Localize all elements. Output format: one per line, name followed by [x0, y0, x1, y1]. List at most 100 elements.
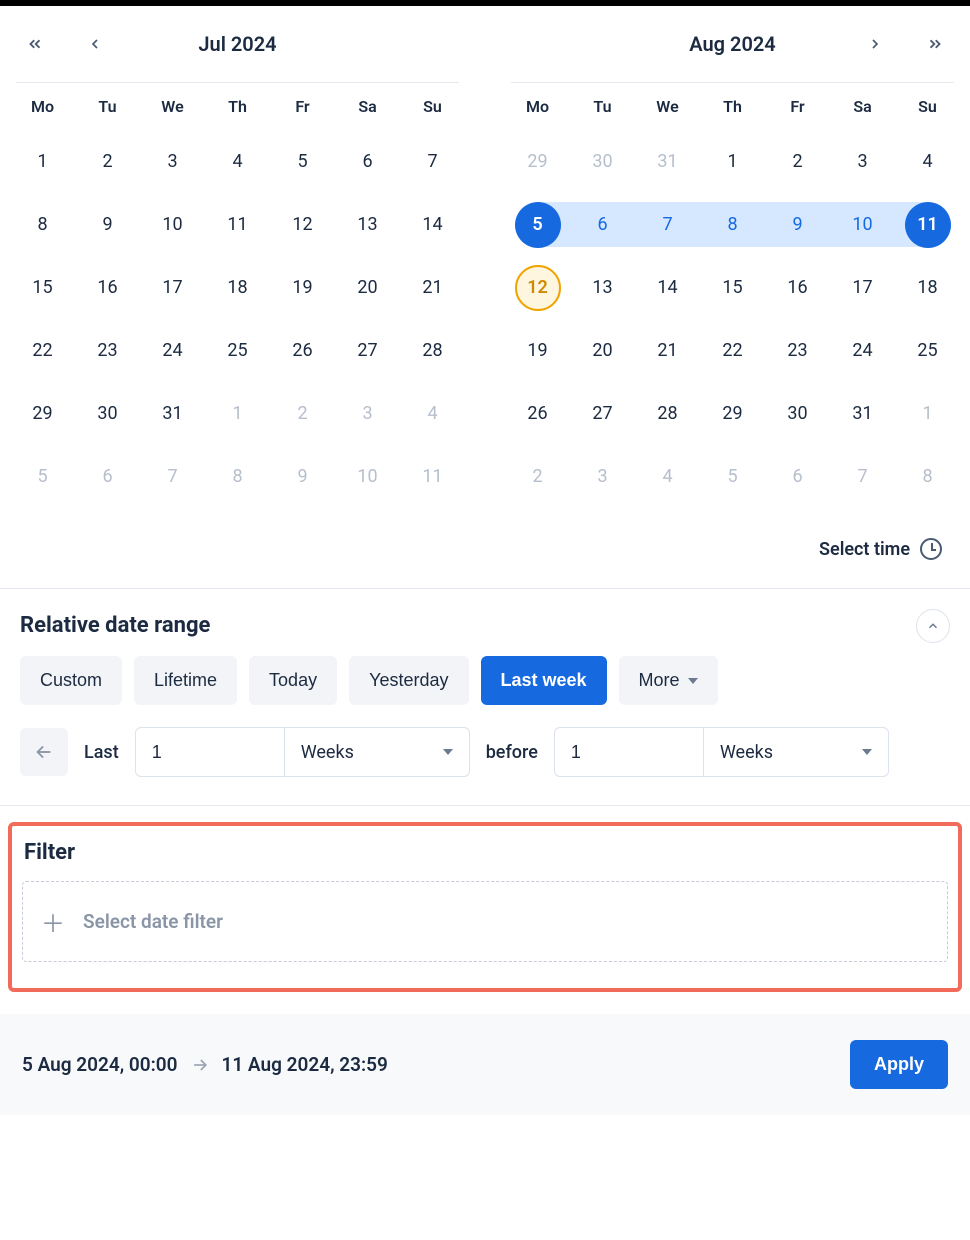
calendar-day[interactable]: 3 [580, 454, 626, 500]
calendar-day[interactable]: 8 [215, 454, 261, 500]
calendar-day[interactable]: 1 [710, 139, 756, 185]
calendar-day[interactable]: 3 [150, 139, 196, 185]
calendar-day[interactable]: 20 [580, 328, 626, 374]
calendar-day[interactable]: 10 [345, 454, 391, 500]
calendar-day[interactable]: 7 [840, 454, 886, 500]
select-time-button[interactable]: Select time [0, 508, 970, 588]
calendar-day[interactable]: 16 [85, 265, 131, 311]
range-start-day[interactable]: 5 [515, 202, 561, 248]
calendar-day[interactable]: 4 [215, 139, 261, 185]
calendar-day[interactable]: 18 [905, 265, 951, 311]
calendar-day[interactable]: 31 [150, 391, 196, 437]
calendar-day[interactable]: 16 [775, 265, 821, 311]
calendar-day[interactable]: 28 [410, 328, 456, 374]
preset-lifetime[interactable]: Lifetime [134, 656, 237, 705]
add-date-filter-button[interactable]: ＋ Select date filter [22, 881, 948, 962]
next-month-button[interactable] [860, 29, 890, 59]
calendar-day[interactable]: 17 [840, 265, 886, 311]
apply-button[interactable]: Apply [850, 1040, 948, 1089]
calendar-day[interactable]: 31 [645, 139, 691, 185]
next-year-button[interactable] [920, 29, 950, 59]
calendar-day[interactable]: 13 [580, 265, 626, 311]
collapse-button[interactable] [916, 609, 950, 643]
calendar-day[interactable]: 6 [580, 202, 626, 248]
preset-last-week[interactable]: Last week [481, 656, 607, 705]
preset-today[interactable]: Today [249, 656, 337, 705]
calendar-day[interactable]: 20 [345, 265, 391, 311]
calendar-day[interactable]: 15 [710, 265, 756, 311]
calendar-day[interactable]: 7 [150, 454, 196, 500]
calendar-day[interactable]: 21 [645, 328, 691, 374]
back-button[interactable] [20, 728, 68, 776]
calendar-day[interactable]: 26 [515, 391, 561, 437]
calendar-day[interactable]: 4 [410, 391, 456, 437]
calendar-day[interactable]: 5 [710, 454, 756, 500]
calendar-day[interactable]: 29 [710, 391, 756, 437]
calendar-day[interactable]: 30 [580, 139, 626, 185]
calendar-day[interactable]: 4 [905, 139, 951, 185]
today-marker[interactable]: 12 [515, 265, 561, 311]
calendar-day[interactable]: 22 [20, 328, 66, 374]
calendar-day[interactable]: 5 [280, 139, 326, 185]
calendar-day[interactable]: 4 [645, 454, 691, 500]
calendar-day[interactable]: 5 [20, 454, 66, 500]
calendar-day[interactable]: 1 [215, 391, 261, 437]
calendar-day[interactable]: 13 [345, 202, 391, 248]
calendar-day[interactable]: 26 [280, 328, 326, 374]
calendar-day[interactable]: 14 [410, 202, 456, 248]
calendar-day[interactable]: 8 [905, 454, 951, 500]
before-amount-input[interactable] [554, 727, 704, 777]
calendar-day[interactable]: 1 [905, 391, 951, 437]
calendar-day[interactable]: 1 [20, 139, 66, 185]
preset-yesterday[interactable]: Yesterday [349, 656, 468, 705]
calendar-day[interactable]: 24 [840, 328, 886, 374]
calendar-day[interactable]: 29 [515, 139, 561, 185]
calendar-day[interactable]: 2 [515, 454, 561, 500]
calendar-day[interactable]: 14 [645, 265, 691, 311]
calendar-day[interactable]: 6 [345, 139, 391, 185]
calendar-day[interactable]: 31 [840, 391, 886, 437]
calendar-day[interactable]: 10 [840, 202, 886, 248]
calendar-day[interactable]: 2 [280, 391, 326, 437]
calendar-day[interactable]: 11 [410, 454, 456, 500]
calendar-day[interactable]: 7 [410, 139, 456, 185]
calendar-day[interactable]: 7 [645, 202, 691, 248]
calendar-day[interactable]: 8 [710, 202, 756, 248]
calendar-day[interactable]: 27 [580, 391, 626, 437]
calendar-day[interactable]: 30 [775, 391, 821, 437]
calendar-day[interactable]: 18 [215, 265, 261, 311]
calendar-day[interactable]: 23 [85, 328, 131, 374]
calendar-day[interactable]: 30 [85, 391, 131, 437]
calendar-day[interactable]: 15 [20, 265, 66, 311]
calendar-day[interactable]: 24 [150, 328, 196, 374]
calendar-day[interactable]: 2 [85, 139, 131, 185]
range-end-day[interactable]: 11 [905, 202, 951, 248]
before-unit-select[interactable]: Weeks [704, 727, 889, 777]
last-unit-select[interactable]: Weeks [285, 727, 470, 777]
calendar-day[interactable]: 23 [775, 328, 821, 374]
calendar-day[interactable]: 19 [515, 328, 561, 374]
last-amount-input[interactable] [135, 727, 285, 777]
calendar-day[interactable]: 3 [345, 391, 391, 437]
calendar-day[interactable]: 19 [280, 265, 326, 311]
prev-month-button[interactable] [80, 29, 110, 59]
calendar-day[interactable]: 9 [85, 202, 131, 248]
calendar-day[interactable]: 6 [775, 454, 821, 500]
calendar-day[interactable]: 22 [710, 328, 756, 374]
calendar-day[interactable]: 8 [20, 202, 66, 248]
prev-year-button[interactable] [20, 29, 50, 59]
calendar-day[interactable]: 29 [20, 391, 66, 437]
calendar-day[interactable]: 28 [645, 391, 691, 437]
calendar-day[interactable]: 12 [280, 202, 326, 248]
calendar-day[interactable]: 2 [775, 139, 821, 185]
calendar-day[interactable]: 25 [215, 328, 261, 374]
calendar-day[interactable]: 21 [410, 265, 456, 311]
calendar-day[interactable]: 3 [840, 139, 886, 185]
calendar-day[interactable]: 9 [775, 202, 821, 248]
calendar-day[interactable]: 10 [150, 202, 196, 248]
calendar-day[interactable]: 6 [85, 454, 131, 500]
calendar-day[interactable]: 27 [345, 328, 391, 374]
preset-more[interactable]: More [619, 656, 718, 705]
preset-custom[interactable]: Custom [20, 656, 122, 705]
calendar-day[interactable]: 9 [280, 454, 326, 500]
